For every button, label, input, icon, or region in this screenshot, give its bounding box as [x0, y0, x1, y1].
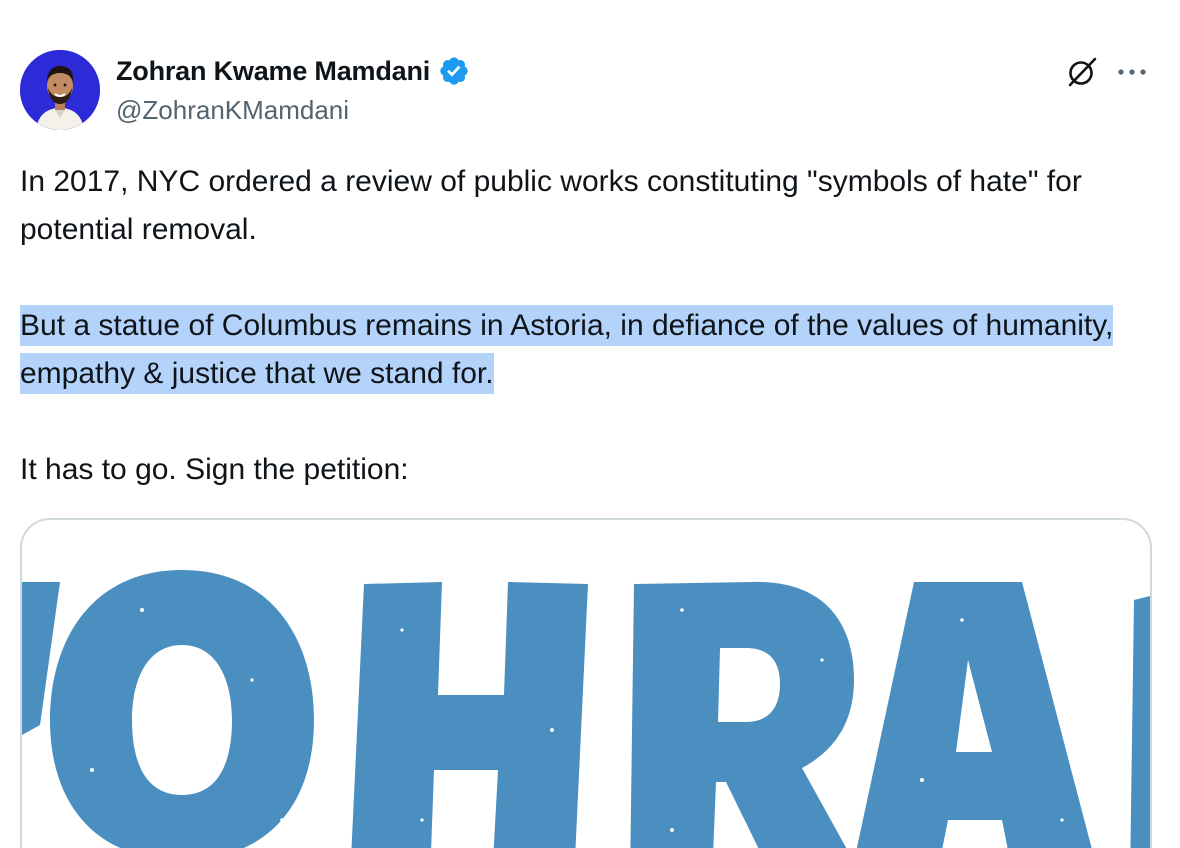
tweet-paragraph-3: It has to go. Sign the petition:	[20, 453, 409, 486]
more-icon	[1118, 69, 1146, 75]
grok-icon	[1068, 57, 1097, 87]
author-display-name[interactable]: Zohran Kwame Mamdani	[116, 54, 430, 88]
author-handle[interactable]: @ZohranKMamdani	[116, 94, 349, 126]
tweet-text: In 2017, NYC ordered a review of public …	[20, 158, 1160, 494]
tweet-paragraph-2: But a statue of Columbus remains in Asto…	[20, 302, 1160, 398]
verified-badge-icon[interactable]	[438, 55, 470, 87]
avatar-image	[20, 50, 100, 130]
more-button[interactable]	[1112, 52, 1152, 92]
avatar[interactable]	[20, 50, 100, 130]
link-card[interactable]	[20, 518, 1152, 848]
grok-button[interactable]	[1062, 52, 1102, 92]
author-name-row: Zohran Kwame Mamdani	[116, 54, 470, 88]
card-image	[22, 570, 1150, 848]
selected-text-highlight: But a statue of Columbus remains in Asto…	[20, 305, 1114, 394]
tweet-paragraph-1: In 2017, NYC ordered a review of public …	[20, 165, 1082, 246]
tweet: Zohran Kwame Mamdani @ZohranKMamdani In …	[0, 0, 1180, 848]
